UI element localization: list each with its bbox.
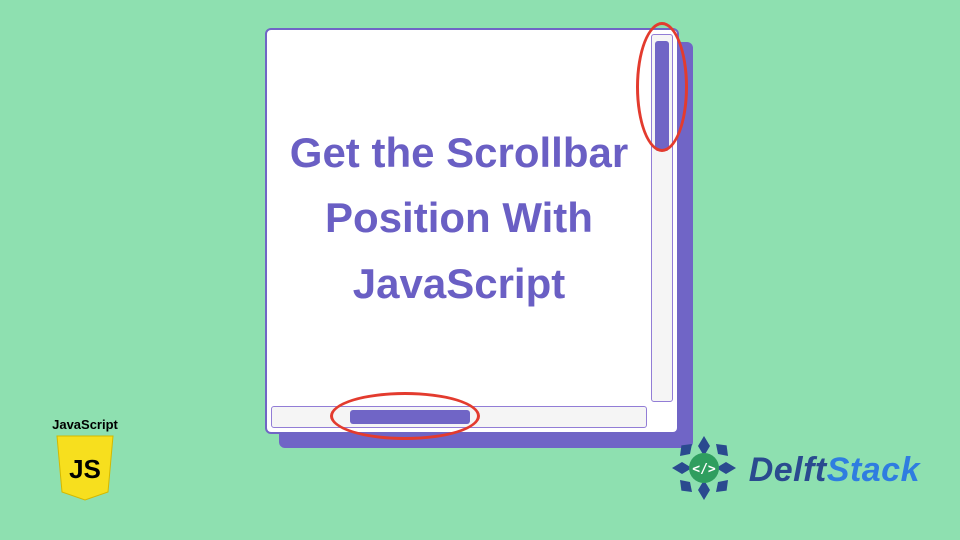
brand-part2: Stack <box>827 451 920 489</box>
brand-part1: Delft <box>749 451 827 489</box>
javascript-label: JavaScript <box>42 417 128 432</box>
delftstack-text: DelftStack <box>749 451 920 490</box>
scroll-window-illustration: Get the Scrollbar Position With JavaScri… <box>265 28 693 448</box>
delftstack-logo: </> DelftStack <box>667 431 920 510</box>
window-content: Get the Scrollbar Position With JavaScri… <box>269 32 649 404</box>
javascript-shield-icon: JS <box>54 434 116 504</box>
delftstack-flower-icon: </> <box>667 431 741 510</box>
javascript-badge: JavaScript JS <box>42 417 128 504</box>
svg-text:JS: JS <box>69 454 101 484</box>
vertical-scrollbar-track[interactable] <box>651 34 673 402</box>
window-panel: Get the Scrollbar Position With JavaScri… <box>265 28 679 434</box>
vertical-scrollbar-thumb[interactable] <box>655 41 669 151</box>
horizontal-scrollbar-track[interactable] <box>271 406 647 428</box>
horizontal-scrollbar-thumb[interactable] <box>350 410 470 424</box>
title-text: Get the Scrollbar Position With JavaScri… <box>279 120 639 315</box>
svg-text:</>: </> <box>692 462 716 477</box>
